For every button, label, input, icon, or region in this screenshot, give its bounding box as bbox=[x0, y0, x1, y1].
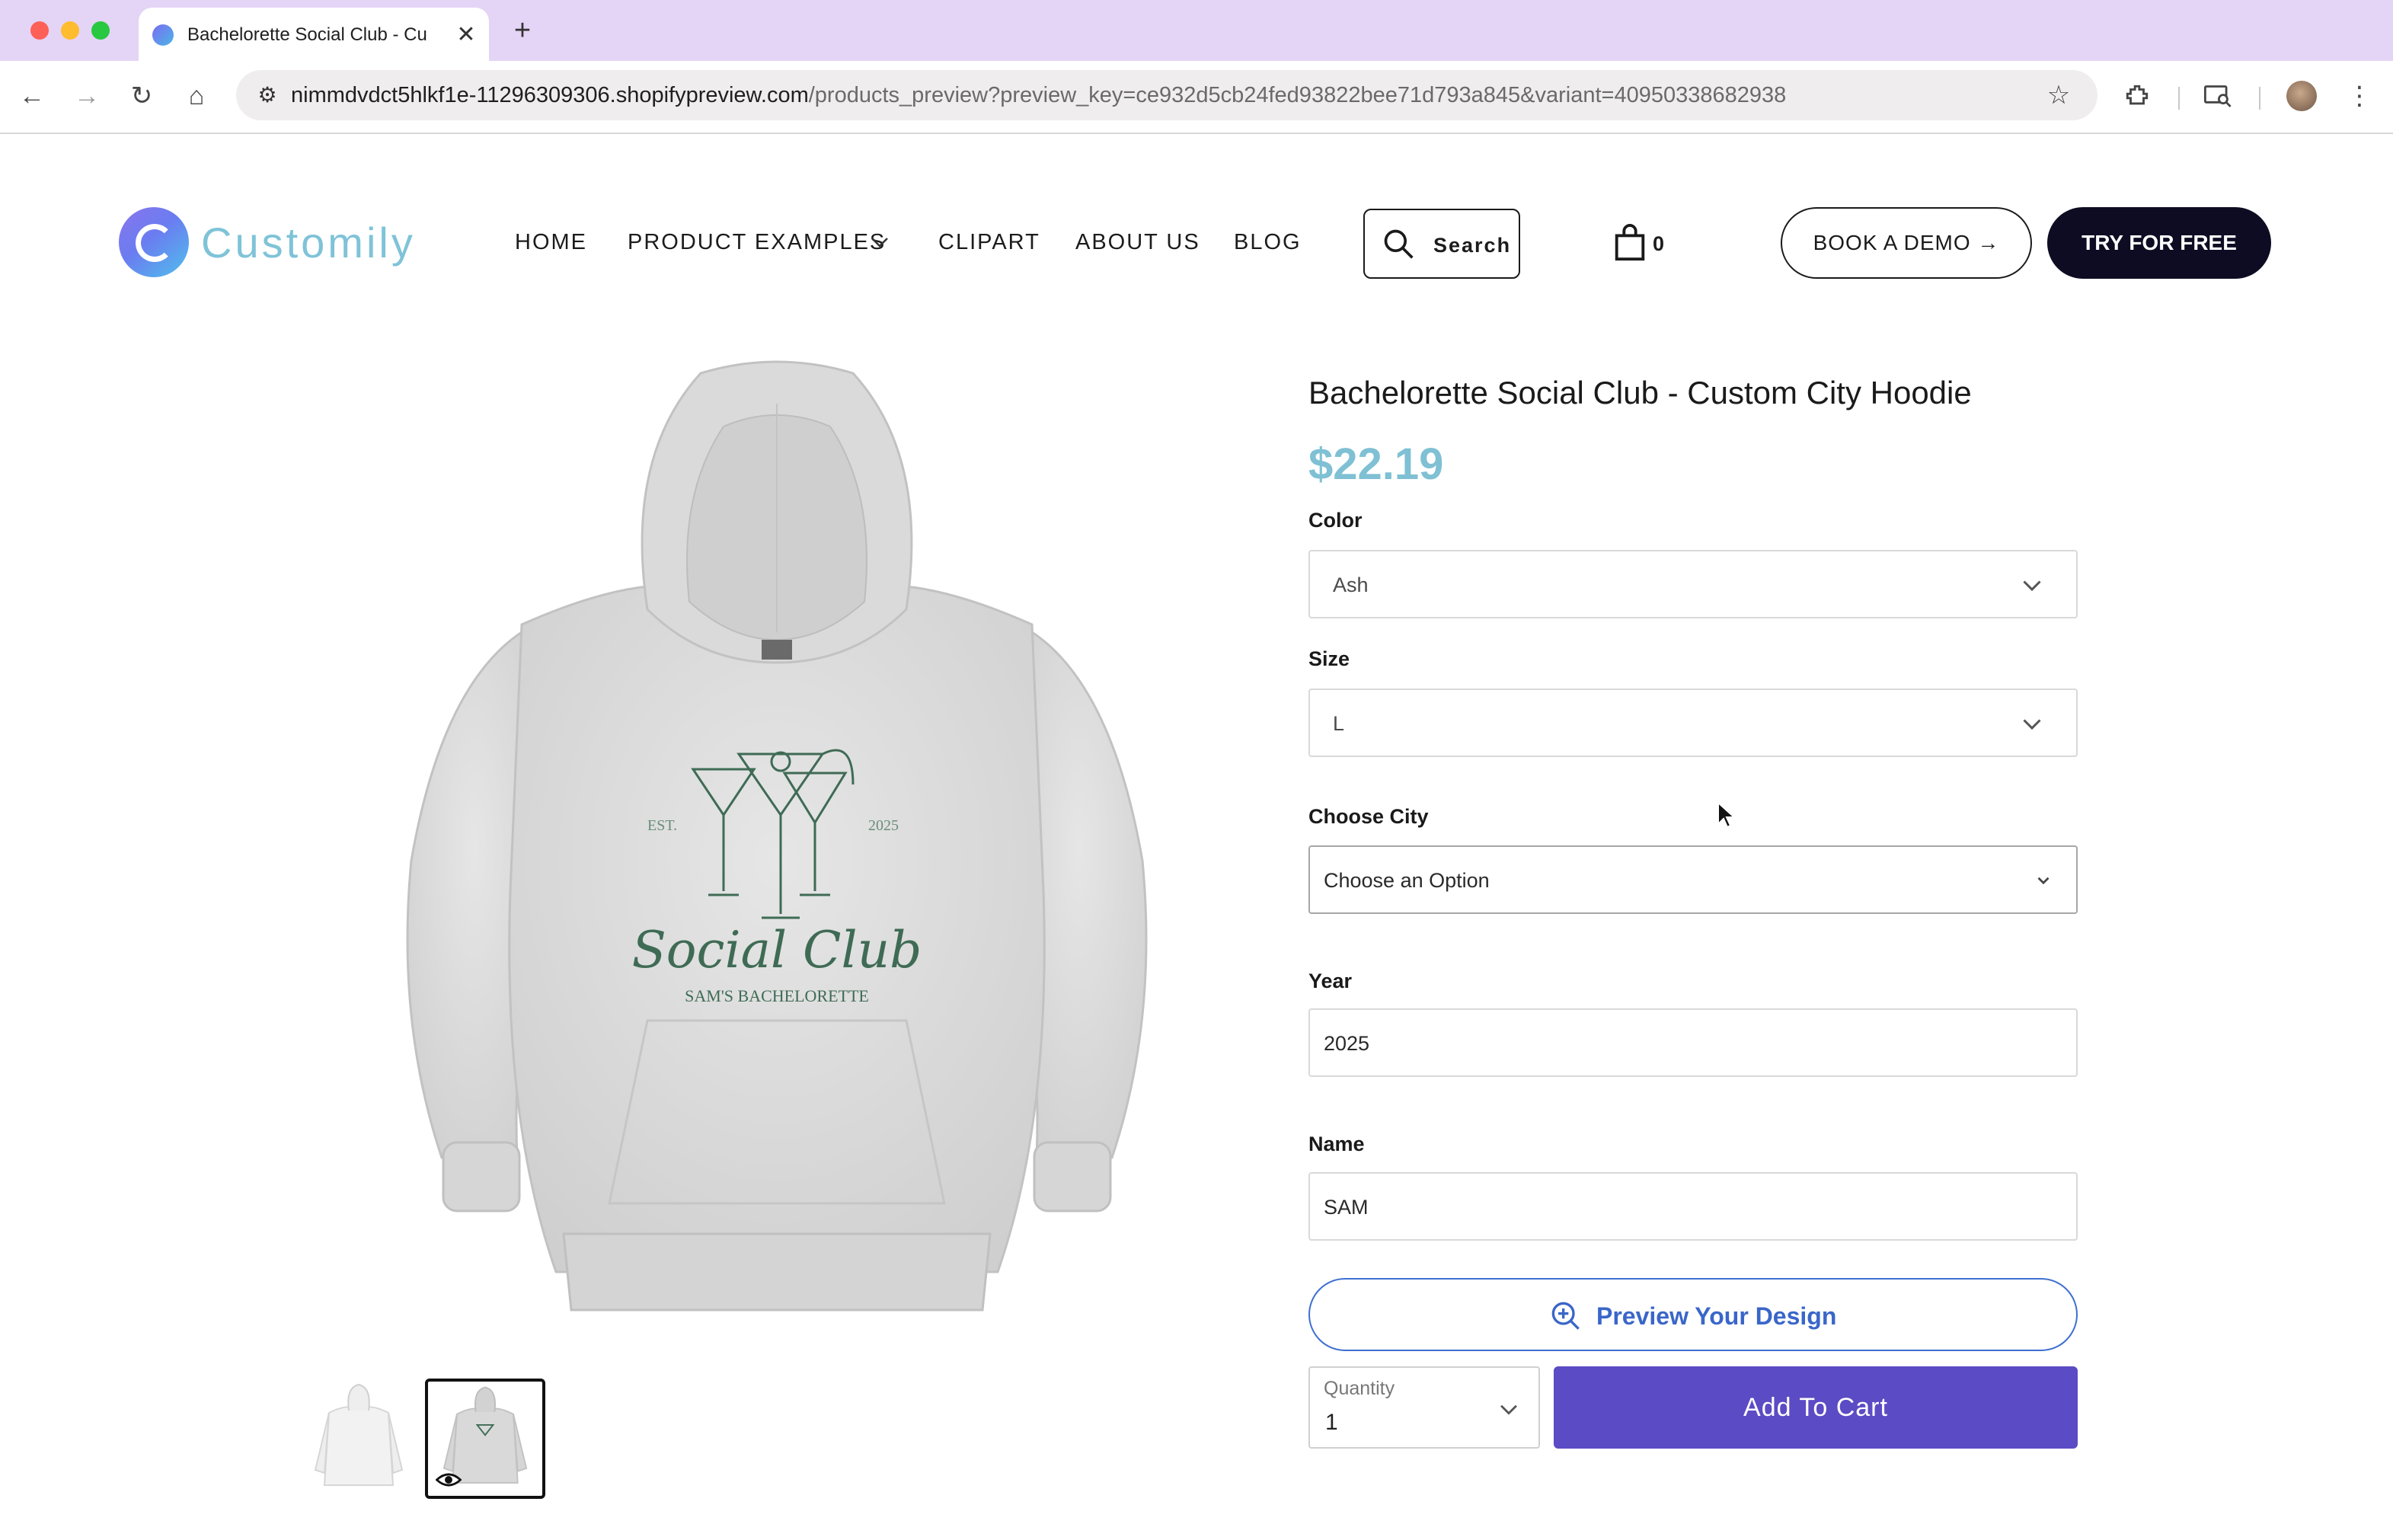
cart-bag-icon[interactable] bbox=[1613, 224, 1647, 262]
reload-icon[interactable]: ↻ bbox=[122, 76, 161, 116]
address-bar[interactable]: ⚙ nimmdvdct5hlkf1e-11296309306.shopifypr… bbox=[236, 70, 2097, 120]
color-value: Ash bbox=[1333, 574, 1369, 596]
chevron-down-icon[interactable] bbox=[868, 227, 894, 257]
chevron-down-icon bbox=[2037, 877, 2050, 885]
menu-kebab-icon[interactable]: ⋮ bbox=[2340, 76, 2379, 116]
size-select[interactable]: L bbox=[1308, 689, 2078, 757]
print-year: 2025 bbox=[868, 817, 899, 834]
name-label: Name bbox=[1308, 1133, 1365, 1155]
product-price: $22.19 bbox=[1308, 439, 1444, 489]
search-button[interactable]: Search bbox=[1363, 209, 1520, 279]
chevron-down-icon bbox=[1500, 1404, 1517, 1415]
browser-tab-active[interactable]: Bachelorette Social Club - Cu ✕ bbox=[139, 8, 489, 61]
forward-icon[interactable]: → bbox=[67, 76, 107, 116]
back-icon[interactable]: ← bbox=[12, 76, 52, 116]
year-label: Year bbox=[1308, 970, 1353, 992]
bookmark-star-icon[interactable]: ☆ bbox=[2041, 78, 2076, 113]
cast-search-icon[interactable] bbox=[2198, 76, 2238, 116]
url-path: /products_preview?preview_key=ce932d5cb2… bbox=[808, 83, 1787, 107]
name-input[interactable]: SAM bbox=[1308, 1172, 2078, 1241]
favicon-icon bbox=[152, 24, 174, 46]
toolbar-divider bbox=[2259, 87, 2260, 110]
close-window-button[interactable] bbox=[30, 21, 49, 40]
search-label: Search bbox=[1433, 234, 1512, 257]
year-value: 2025 bbox=[1324, 1032, 1370, 1055]
name-value: SAM bbox=[1324, 1196, 1369, 1219]
year-input[interactable]: 2025 bbox=[1308, 1008, 2078, 1077]
book-demo-button[interactable]: BOOK A DEMO → bbox=[1781, 207, 2032, 279]
search-icon bbox=[1384, 229, 1414, 259]
thumbnail-selected[interactable] bbox=[425, 1379, 545, 1499]
size-label: Size bbox=[1308, 647, 1350, 670]
cart-count: 0 bbox=[1653, 232, 1665, 255]
color-select[interactable]: Ash bbox=[1308, 550, 2078, 618]
product-main-image[interactable]: EST. 2025 Social Club SAM'S BACHELORETTE bbox=[396, 358, 1158, 1318]
profile-avatar[interactable] bbox=[2286, 81, 2317, 111]
print-subline: SAM'S BACHELORETTE bbox=[685, 986, 869, 1005]
city-value: Choose an Option bbox=[1324, 869, 1490, 892]
try-for-free-button[interactable]: TRY FOR FREE bbox=[2047, 207, 2271, 279]
preview-design-label: Preview Your Design bbox=[1596, 1302, 1837, 1330]
mouse-cursor-icon bbox=[1717, 801, 1736, 829]
url-host: nimmdvdct5hlkf1e-11296309306.shopifyprev… bbox=[291, 83, 809, 107]
quantity-select[interactable]: Quantity 1 bbox=[1308, 1366, 1540, 1449]
preview-design-button[interactable]: Preview Your Design bbox=[1308, 1278, 2078, 1351]
add-to-cart-button[interactable]: Add To Cart bbox=[1554, 1366, 2078, 1449]
quantity-label: Quantity bbox=[1324, 1378, 1395, 1399]
site-settings-icon[interactable]: ⚙ bbox=[250, 78, 285, 113]
new-tab-icon[interactable]: + bbox=[506, 14, 539, 47]
city-select[interactable]: Choose an Option bbox=[1308, 845, 2078, 914]
nav-blog[interactable]: BLOG bbox=[1234, 227, 1302, 257]
zoom-in-icon bbox=[1551, 1302, 1580, 1330]
maximize-window-button[interactable] bbox=[91, 21, 110, 40]
browser-toolbar: ← → ↻ ⌂ ⚙ nimmdvdct5hlkf1e-11296309306.s… bbox=[0, 61, 2393, 134]
thumbnail-front[interactable] bbox=[299, 1379, 419, 1499]
print-headline: Social Club bbox=[632, 921, 922, 979]
tab-title: Bachelorette Social Club - Cu bbox=[187, 24, 427, 45]
extensions-icon[interactable] bbox=[2117, 76, 2157, 116]
url-text[interactable]: nimmdvdct5hlkf1e-11296309306.shopifyprev… bbox=[291, 81, 1966, 110]
logo-icon[interactable] bbox=[119, 207, 189, 277]
tab-close-icon[interactable]: ✕ bbox=[452, 21, 480, 49]
size-value: L bbox=[1333, 712, 1345, 735]
nav-product-examples[interactable]: PRODUCT EXAMPLES bbox=[628, 227, 886, 257]
print-est: EST. bbox=[647, 817, 677, 834]
city-label: Choose City bbox=[1308, 805, 1429, 828]
logo-text[interactable]: Customily bbox=[201, 216, 416, 270]
color-label: Color bbox=[1308, 509, 1363, 532]
product-title: Bachelorette Social Club - Custom City H… bbox=[1308, 375, 1972, 411]
minimize-window-button[interactable] bbox=[61, 21, 79, 40]
quantity-value: 1 bbox=[1325, 1410, 1338, 1435]
eye-icon bbox=[436, 1473, 462, 1487]
nav-clipart[interactable]: CLIPART bbox=[938, 227, 1040, 257]
browser-tab-bar: Bachelorette Social Club - Cu ✕ + bbox=[0, 0, 2393, 61]
nav-home[interactable]: HOME bbox=[515, 227, 587, 257]
nav-about-us[interactable]: ABOUT US bbox=[1075, 227, 1200, 257]
chevron-down-icon bbox=[2023, 580, 2041, 592]
home-icon[interactable]: ⌂ bbox=[177, 76, 216, 116]
toolbar-divider bbox=[2178, 87, 2180, 110]
chevron-down-icon bbox=[2023, 719, 2041, 730]
